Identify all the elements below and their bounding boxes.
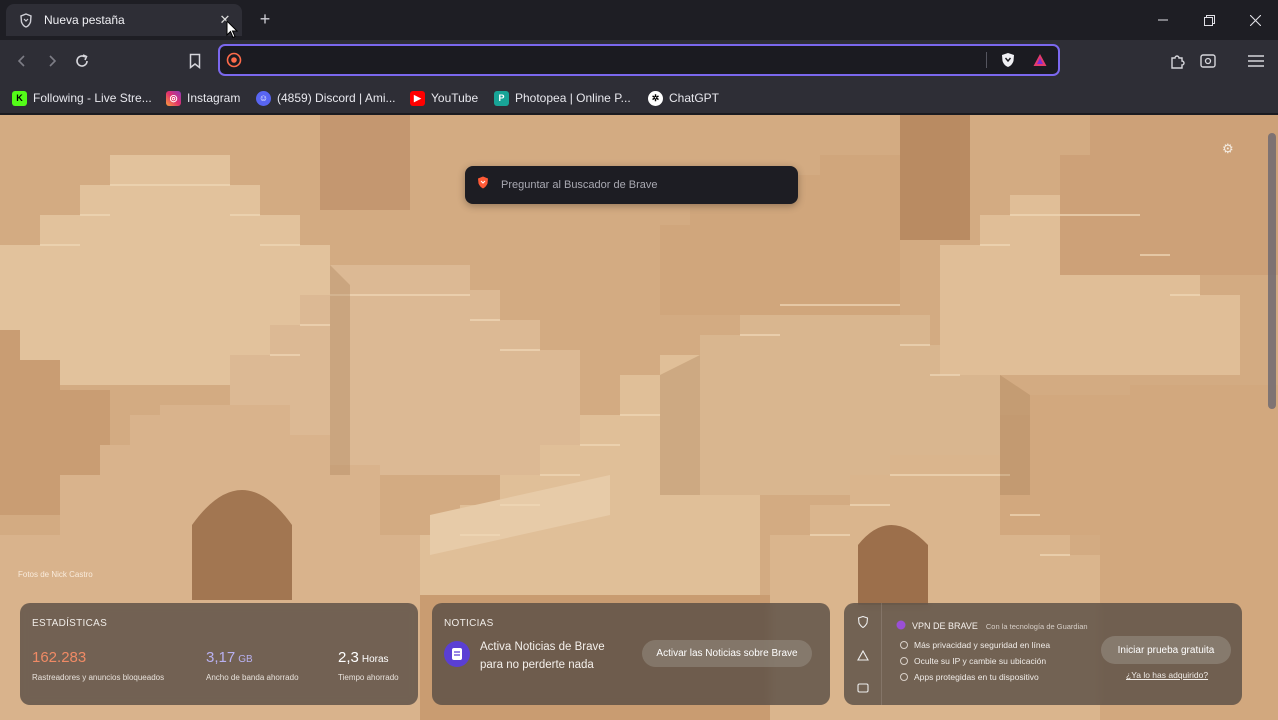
bookmark-label: ChatGPT xyxy=(669,91,720,105)
restore-button[interactable] xyxy=(1186,0,1232,40)
stat-value: 3,17 xyxy=(206,649,236,666)
vpn-header: VPN DE BRAVE Con la tecnología de Guardi… xyxy=(896,617,1088,635)
chatgpt-icon: ✲ xyxy=(648,90,663,106)
vpn-logo-icon xyxy=(896,617,906,635)
settings-gear-icon[interactable]: ⚙ xyxy=(1222,141,1234,157)
bookmarks-bar: K Following - Live Stre... ◎ Instagram ☺… xyxy=(0,82,1278,114)
new-tab-button[interactable]: + xyxy=(254,8,276,30)
menu-icon[interactable] xyxy=(1244,49,1268,73)
activate-news-button[interactable]: Activar las Noticias sobre Brave xyxy=(642,640,812,667)
check-bullet-icon xyxy=(900,657,908,665)
news-card: NOTICIAS Activa Noticias de Brave para n… xyxy=(432,603,830,705)
vpn-shield-icon[interactable] xyxy=(856,615,870,629)
check-bullet-icon xyxy=(900,673,908,681)
ask-brave-search-suggestion[interactable]: Preguntar al Buscador de Brave xyxy=(465,166,798,204)
stat-desc: Tiempo ahorrado xyxy=(338,673,399,682)
kick-icon: K xyxy=(12,90,27,106)
stats-title: ESTADÍSTICAS xyxy=(32,618,108,629)
url-divider xyxy=(986,52,987,68)
page-scrollbar[interactable] xyxy=(1268,133,1276,409)
bookmark-label: (4859) Discord | Ami... xyxy=(277,91,396,105)
vpn-subtitle: Con la tecnología de Guardian xyxy=(985,621,1088,631)
stat-desc: Rastreadores y anuncios bloqueados xyxy=(32,673,165,682)
address-bar[interactable] xyxy=(218,44,1060,76)
close-window-button[interactable] xyxy=(1232,0,1278,40)
brave-search-icon xyxy=(226,52,242,73)
bookmark-label: YouTube xyxy=(431,91,479,105)
bookmark-discord[interactable]: ☺ (4859) Discord | Ami... xyxy=(256,88,396,108)
bookmark-button[interactable] xyxy=(183,49,207,73)
talk-icon[interactable] xyxy=(856,681,870,695)
brave-shields-icon[interactable] xyxy=(1000,52,1016,73)
bookmark-chatgpt[interactable]: ✲ ChatGPT xyxy=(648,88,719,108)
news-line-2: para no perderte nada xyxy=(480,659,594,671)
news-title: NOTICIAS xyxy=(444,618,494,629)
widget-rail xyxy=(844,603,882,705)
reload-button[interactable] xyxy=(70,49,94,73)
rewards-triangle-icon[interactable] xyxy=(856,648,870,662)
forward-button[interactable] xyxy=(40,49,64,73)
vpn-feature-text: Más privacidad y seguridad en línea xyxy=(914,640,1051,650)
vpn-feature: Oculte su IP y cambie su ubicación xyxy=(900,653,1050,669)
vpn-feature-text: Oculte su IP y cambie su ubicación xyxy=(914,656,1047,666)
bookmark-youtube[interactable]: ▶ YouTube xyxy=(410,88,478,108)
bookmark-instagram[interactable]: ◎ Instagram xyxy=(166,88,240,108)
stat-unit: GB xyxy=(238,654,253,665)
vpn-feature: Apps protegidas en tu dispositivo xyxy=(900,669,1050,685)
check-bullet-icon xyxy=(900,641,908,649)
stats-card: ESTADÍSTICAS 162.283 Rastreadores y anun… xyxy=(20,603,418,705)
back-button[interactable] xyxy=(10,49,34,73)
minimize-button[interactable] xyxy=(1140,0,1186,40)
photo-credit[interactable]: Fotos de Nick Castro xyxy=(18,570,93,579)
stat-value: 2,3 xyxy=(338,649,359,666)
discord-icon: ☺ xyxy=(256,90,271,106)
stat-bandwidth: 3,17 GB Ancho de banda ahorrado xyxy=(206,649,299,682)
vpn-features: Más privacidad y seguridad en línea Ocul… xyxy=(900,637,1050,685)
stat-unit: Horas xyxy=(361,654,389,665)
vpn-feature: Más privacidad y seguridad en línea xyxy=(900,637,1050,653)
news-text: Activa Noticias de Brave para no perdert… xyxy=(480,638,620,674)
tab-nueva-pestana[interactable]: Nueva pestaña ✕ xyxy=(6,4,242,36)
ask-brave-search-label: Preguntar al Buscador de Brave xyxy=(501,179,658,191)
url-input[interactable] xyxy=(250,50,970,70)
stat-value: 162.283 xyxy=(32,649,87,666)
bookmark-label: Photopea | Online P... xyxy=(515,91,631,105)
youtube-icon: ▶ xyxy=(410,90,425,106)
instagram-icon: ◎ xyxy=(166,90,181,106)
stat-trackers: 162.283 Rastreadores y anuncios bloquead… xyxy=(32,649,164,682)
vpn-card: VPN DE BRAVE Con la tecnología de Guardi… xyxy=(844,603,1242,705)
wallet-icon[interactable] xyxy=(1196,49,1220,73)
new-tab-page: ⚙ Fotos de Nick Castro Preguntar al Busc… xyxy=(0,115,1278,720)
vpn-title: VPN DE BRAVE xyxy=(912,621,978,631)
already-purchased-link[interactable]: ¿Ya lo has adquirido? xyxy=(1126,670,1208,680)
bookmark-photopea[interactable]: P Photopea | Online P... xyxy=(494,88,631,108)
bookmark-following[interactable]: K Following - Live Stre... xyxy=(12,88,152,108)
extensions-icon[interactable] xyxy=(1166,49,1190,73)
tab-title: Nueva pestaña xyxy=(44,13,125,27)
tab-strip: Nueva pestaña ✕ + xyxy=(0,0,1278,40)
photopea-icon: P xyxy=(494,90,509,106)
news-line-1: Activa Noticias de Brave xyxy=(480,641,605,653)
bookmark-label: Following - Live Stre... xyxy=(33,91,152,105)
stat-time: 2,3 Horas Tiempo ahorrado xyxy=(338,649,399,682)
news-icon xyxy=(444,641,470,667)
brave-search-icon xyxy=(477,176,489,194)
start-free-trial-button[interactable]: Iniciar prueba gratuita xyxy=(1101,636,1231,664)
stat-desc: Ancho de banda ahorrado xyxy=(206,673,299,682)
bookmark-label: Instagram xyxy=(187,91,241,105)
brave-shield-icon xyxy=(18,12,34,28)
vpn-feature-text: Apps protegidas en tu dispositivo xyxy=(914,672,1039,682)
brave-rewards-icon[interactable] xyxy=(1032,52,1048,73)
